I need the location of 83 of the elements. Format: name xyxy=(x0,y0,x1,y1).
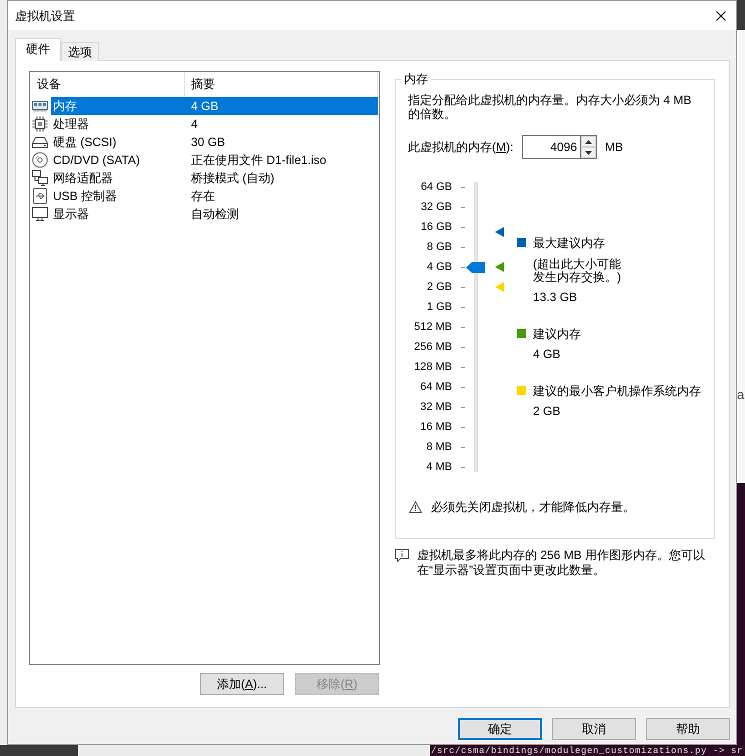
dialog-button[interactable]: 帮助 xyxy=(646,718,730,740)
scale-label: 4 MB xyxy=(426,460,452,475)
scale-label: 64 GB xyxy=(420,180,452,195)
warning-icon xyxy=(409,501,422,513)
slider-thumb[interactable] xyxy=(466,262,485,273)
device-name[interactable]: 显示器 xyxy=(51,205,184,223)
tab[interactable]: 选项 xyxy=(61,42,99,61)
device-summary[interactable]: 存在 xyxy=(184,187,378,205)
network-icon xyxy=(32,170,48,186)
column-header[interactable]: 设备 xyxy=(30,72,184,97)
tick-mark xyxy=(461,246,465,248)
tick-mark xyxy=(461,286,465,288)
legend-title: 最大建议内存 xyxy=(533,236,606,250)
device-summary[interactable]: 自动检测 xyxy=(184,205,378,223)
tick-mark xyxy=(461,406,465,408)
tick-mark xyxy=(461,306,465,308)
device-name[interactable]: USB 控制器 xyxy=(51,187,184,205)
device-summary[interactable]: 正在使用文件 D1-file1.iso xyxy=(184,151,378,169)
scale-label: 32 GB xyxy=(420,200,452,215)
disc-icon xyxy=(32,152,48,168)
tick-mark xyxy=(461,366,465,368)
tick-mark xyxy=(461,466,465,468)
chip-icon xyxy=(32,116,48,132)
tick-mark xyxy=(461,186,465,188)
tick-mark xyxy=(461,446,465,448)
hard-drive-icon xyxy=(32,134,48,150)
memory-input[interactable]: 4096 xyxy=(522,135,580,159)
scale-label: 16 GB xyxy=(420,220,452,235)
device-name[interactable]: 网络适配器 xyxy=(51,169,184,187)
background-text: a xyxy=(737,388,744,402)
device-name[interactable]: 处理器 xyxy=(51,115,184,133)
scale-label: 8 GB xyxy=(426,240,452,255)
memory-module-icon xyxy=(32,98,48,114)
legend-title: 建议的最小客户机操作系统内存 xyxy=(533,384,701,398)
scale-label: 32 MB xyxy=(420,400,452,415)
info-bubble-icon xyxy=(395,549,409,562)
scale-label: 512 MB xyxy=(414,320,452,335)
unit-label: MB xyxy=(605,139,623,156)
description-text: 指定分配给此虚拟机的内存量。内存大小必须为 4 MB 的倍数。 xyxy=(408,93,692,121)
tick-mark xyxy=(461,386,465,388)
spin-up-button[interactable] xyxy=(581,136,596,147)
legend-value: 4 GB xyxy=(533,347,560,361)
device-name[interactable]: 内存 xyxy=(51,97,184,115)
device-name[interactable]: CD/DVD (SATA) xyxy=(51,151,184,169)
scale-label: 8 MB xyxy=(426,440,452,455)
window-title: 虚拟机设置 xyxy=(15,8,75,22)
scale-label: 64 MB xyxy=(420,380,452,395)
legend-value: 2 GB xyxy=(533,404,560,418)
tick-mark xyxy=(461,266,465,268)
dialog-button[interactable]: 确定 xyxy=(458,718,542,740)
legend-value: 13.3 GB xyxy=(533,290,578,304)
info-text: 虚拟机最多将此内存的 256 MB 用作图形内存。您可以在“显示器”设置页面中更改此数量。 xyxy=(417,548,706,578)
terminal-text: /src/csma/bindings/modulegen_customizations.py -> sr xyxy=(431,746,744,756)
legend-note: (超出此大小可能发生内存交换。) xyxy=(533,258,622,284)
tick-mark xyxy=(461,426,465,428)
device-summary[interactable]: 30 GB xyxy=(184,133,378,151)
scale-label: 1 GB xyxy=(426,300,452,315)
usb-icon xyxy=(32,188,48,204)
close-icon[interactable] xyxy=(716,10,726,20)
scale-label: 256 MB xyxy=(414,340,452,355)
group-title: 内存 xyxy=(401,72,431,86)
memory-label: 此虚拟机的内存(M): xyxy=(408,139,514,156)
scale-label: 16 MB xyxy=(420,420,452,435)
dialog-button[interactable]: 取消 xyxy=(552,718,636,740)
warning-text: 必须先关闭虚拟机，才能降低内存量。 xyxy=(431,500,635,514)
action-button[interactable]: 添加(A)... xyxy=(200,673,284,695)
legend-title: 建议内存 xyxy=(533,327,581,341)
tick-mark xyxy=(461,346,465,348)
scale-label: 4 GB xyxy=(426,260,452,275)
monitor-icon xyxy=(32,206,48,222)
tick-mark xyxy=(461,226,465,228)
device-summary[interactable]: 4 GB xyxy=(184,97,378,115)
device-summary[interactable]: 桥接模式 (自动) xyxy=(184,169,378,187)
spin-down-button[interactable] xyxy=(581,147,596,158)
device-summary[interactable]: 4 xyxy=(184,115,378,133)
caret-down-icon xyxy=(585,150,592,154)
tick-mark xyxy=(461,206,465,208)
caret-up-icon xyxy=(585,140,592,144)
tick-mark xyxy=(461,326,465,328)
scale-label: 2 GB xyxy=(426,280,452,295)
device-name[interactable]: 硬盘 (SCSI) xyxy=(51,133,184,151)
tab[interactable]: 硬件 xyxy=(15,38,61,61)
scale-label: 128 MB xyxy=(414,360,452,375)
